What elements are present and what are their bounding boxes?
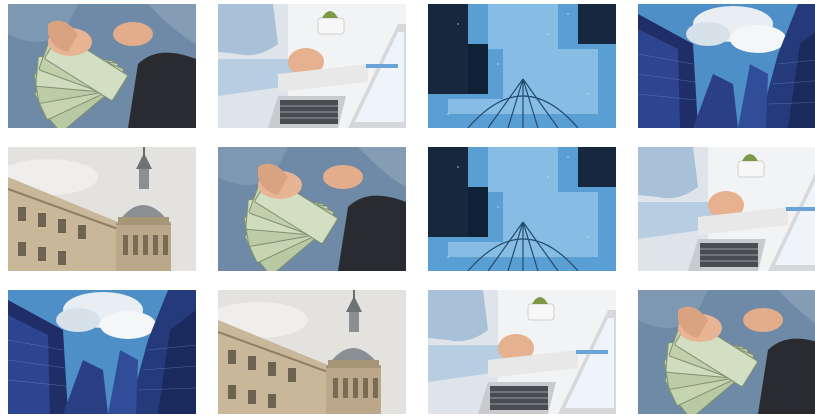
skyscrapers-image (8, 290, 196, 414)
dome-building-image (218, 290, 406, 414)
photo-grid (0, 0, 815, 417)
photo-tile-skyscrapers[interactable] (8, 290, 196, 414)
photo-tile-money[interactable] (8, 4, 196, 128)
photo-tile-umbrella[interactable] (428, 147, 616, 271)
photo-tile-dome-building[interactable] (218, 290, 406, 414)
money-image (8, 4, 196, 128)
skyscrapers-image (638, 4, 815, 128)
photo-tile-umbrella[interactable] (428, 4, 616, 128)
laptop-image (218, 4, 406, 128)
money-image (218, 147, 406, 271)
photo-tile-money[interactable] (218, 147, 406, 271)
money-image (638, 290, 815, 414)
laptop-image (428, 290, 616, 414)
umbrella-image (428, 147, 616, 271)
photo-tile-laptop[interactable] (428, 290, 616, 414)
umbrella-image (428, 4, 616, 128)
photo-tile-laptop[interactable] (638, 147, 815, 271)
photo-tile-dome-building[interactable] (8, 147, 196, 271)
laptop-image (638, 147, 815, 271)
photo-tile-money[interactable] (638, 290, 815, 414)
photo-tile-skyscrapers[interactable] (638, 4, 815, 128)
dome-building-image (8, 147, 196, 271)
photo-tile-laptop[interactable] (218, 4, 406, 128)
